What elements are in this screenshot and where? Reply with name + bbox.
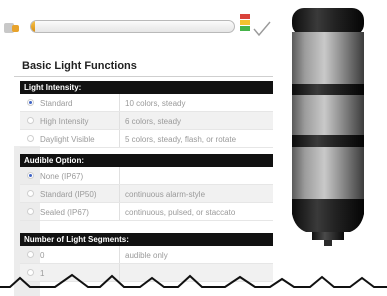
option-row[interactable]: 0 audible only [20, 246, 273, 264]
option-row[interactable]: Sealed (IP67) continuous, pulsed, or sta… [20, 203, 273, 221]
radio-button[interactable] [27, 99, 34, 106]
radio-button[interactable] [27, 135, 34, 142]
radio-button[interactable] [27, 117, 34, 124]
option-row[interactable]: Daylight Visible 5 colors, steady, flash… [20, 130, 273, 148]
option-description: audible only [125, 251, 168, 260]
section-heading-light-intensity: Light Intensity: [20, 81, 273, 94]
radio-button[interactable] [27, 251, 34, 258]
option-row[interactable]: None (IP67) [20, 167, 273, 185]
option-label: High Intensity [40, 117, 89, 126]
radio-button[interactable] [27, 208, 34, 215]
option-description: 10 colors, steady [125, 99, 186, 108]
option-label: Standard [40, 99, 73, 108]
option-description: 6 colors, steady [125, 117, 182, 126]
configuration-progress-bar [30, 20, 235, 33]
option-description: continuous, pulsed, or staccato [125, 208, 236, 217]
section-heading-light-segments: Number of Light Segments: [20, 233, 273, 246]
radio-button[interactable] [27, 190, 34, 197]
tower-bar-icon [4, 20, 24, 34]
progress-fill [31, 21, 36, 32]
decorative-zigzag [0, 273, 387, 288]
option-label: 0 [40, 251, 45, 260]
title-divider [14, 76, 273, 77]
checkmark-icon [253, 21, 271, 37]
option-description: 5 colors, steady, flash, or rotate [125, 135, 237, 144]
option-label: Standard (IP50) [40, 190, 97, 199]
option-label: Daylight Visible [40, 135, 95, 144]
option-row[interactable]: Standard 10 colors, steady [20, 94, 273, 112]
radio-button[interactable] [27, 172, 34, 179]
option-label: None (IP67) [40, 172, 84, 181]
option-row[interactable]: Standard (IP50) continuous alarm-style [20, 185, 273, 203]
options-panel: Basic Light Functions Light Intensity: S… [14, 50, 273, 296]
option-description: continuous alarm-style [125, 190, 206, 199]
section-heading-audible-option: Audible Option: [20, 154, 273, 167]
option-label: Sealed (IP67) [40, 208, 89, 217]
tower-stack-icon [240, 14, 250, 40]
panel-title: Basic Light Functions [22, 60, 137, 72]
option-row[interactable]: High Intensity 6 colors, steady [20, 112, 273, 130]
